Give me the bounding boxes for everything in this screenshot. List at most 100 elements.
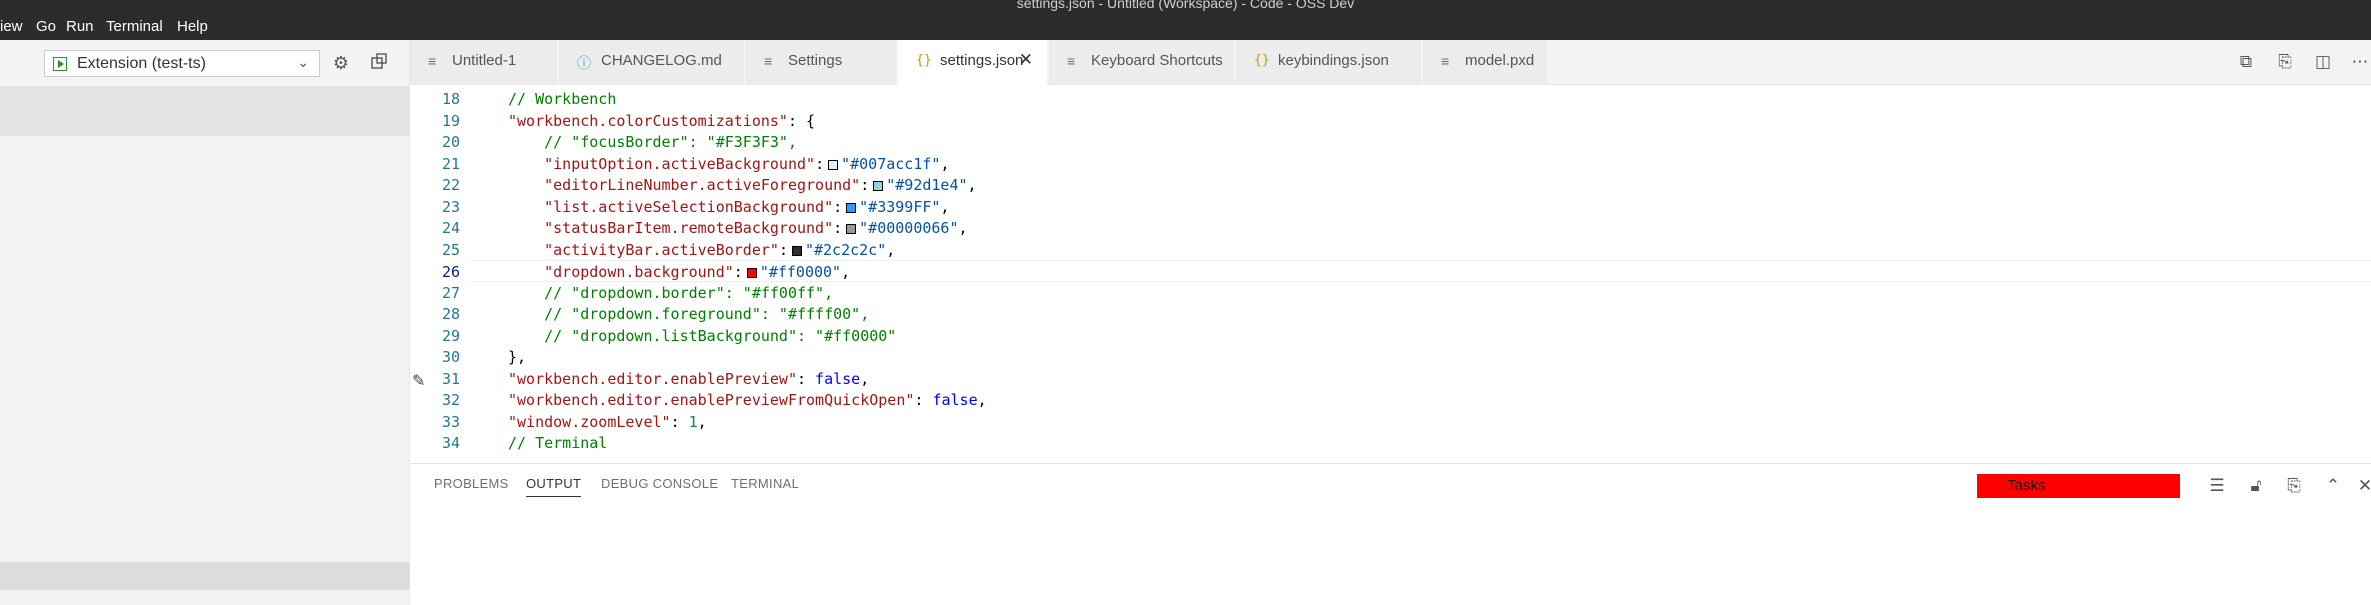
sidebar-section-header[interactable] (0, 562, 410, 590)
json-value: "#007acc1f" (841, 154, 941, 173)
code-line: 25 "activityBar.activeBorder": "#2c2c2c", (410, 239, 2371, 261)
code-editor[interactable]: 18 // Workbench 19 "workbench.colorCusto… (410, 86, 2371, 463)
line-number: 27 (441, 283, 460, 302)
comment: // "dropdown.listBackground": "#ff0000" (544, 326, 897, 345)
start-debugging-icon[interactable] (53, 57, 67, 71)
code-line: 24 "statusBarItem.remoteBackground": "#00… (410, 217, 2371, 239)
file-icon: ≡ (764, 53, 773, 69)
color-swatch[interactable] (791, 245, 802, 256)
line-number: 25 (441, 240, 460, 259)
color-swatch[interactable] (873, 181, 884, 191)
line-number: 29 (441, 326, 460, 345)
clear-output-icon[interactable]: ☰ (2206, 476, 2228, 496)
color-swatch[interactable] (846, 224, 857, 234)
json-value: "#ff0000" (759, 263, 842, 281)
json-value: false (932, 391, 978, 409)
line-number: 22 (441, 176, 460, 194)
json-braces-icon: {} (1254, 53, 1270, 68)
launch-configuration-label: Extension (test-ts) (77, 55, 206, 72)
comment: // Workbench (508, 90, 617, 108)
edit-pencil-icon[interactable]: ✎ (412, 371, 425, 391)
tab-terminal[interactable]: TERMINAL (731, 476, 799, 491)
tab-label: Keyboard Shortcuts (1091, 52, 1223, 69)
code-line: 19 "workbench.colorCustomizations": { (410, 110, 2371, 132)
gear-icon[interactable]: ⚙ (330, 52, 352, 74)
line-number: 32 (441, 391, 460, 409)
code-line: 23 "list.activeSelectionBackground": "#33… (410, 196, 2371, 218)
tab-label: keybindings.json (1278, 52, 1389, 69)
line-number: 33 (441, 412, 460, 431)
output-channel-label: Tasks (2007, 477, 2046, 494)
file-icon: ≡ (1441, 53, 1450, 69)
maximize-panel-icon[interactable]: ⌃ (2322, 476, 2344, 496)
punctuation: : { (787, 111, 816, 130)
tab-model-pxd[interactable]: ≡ model.pxd (1423, 40, 1548, 85)
json-value: "#2c2c2c" (804, 240, 887, 259)
line-number: 26 (441, 263, 460, 281)
tab-label: Settings (788, 52, 843, 69)
close-icon[interactable]: ✕ (1019, 50, 1033, 70)
line-number: 34 (441, 434, 460, 452)
code-line: 20 // "focusBorder": "#F3F3F3", (410, 131, 2371, 153)
code-line: 30 }, (410, 346, 2371, 368)
color-swatch[interactable] (746, 268, 757, 278)
menu-help[interactable]: Help (177, 18, 208, 35)
bottom-panel: PROBLEMS OUTPUT DEBUG CONSOLE TERMINAL T… (410, 463, 2371, 605)
json-key: "activityBar.activeBorder" (544, 240, 779, 259)
comment: // "dropdown.foreground": "#ffff00", (544, 305, 870, 323)
tab-label: Untitled-1 (452, 52, 517, 69)
compare-changes-icon[interactable]: ⧉ (2236, 52, 2256, 72)
lock-scroll-icon[interactable]: 🔓︎ (2245, 476, 2267, 496)
json-key: "dropdown.background" (544, 263, 734, 281)
debug-console-icon[interactable] (368, 52, 390, 74)
tab-settings[interactable]: ≡ Settings (746, 40, 897, 85)
open-settings-ui-icon[interactable]: ⎘ (2275, 52, 2295, 72)
color-swatch[interactable] (846, 202, 857, 213)
tab-keyboard-shortcuts[interactable]: ≡ Keyboard Shortcuts (1049, 40, 1235, 85)
open-log-file-icon[interactable]: ⎘ (2283, 476, 2305, 496)
menu-run[interactable]: Run (66, 18, 94, 35)
code-line: 21 "inputOption.activeBackground": "#007a… (410, 153, 2371, 175)
launch-configuration-dropdown[interactable]: Extension (test-ts) ⌄ (44, 50, 320, 77)
markdown-icon: ⓘ (577, 55, 591, 71)
menu-terminal[interactable]: Terminal (106, 18, 163, 35)
line-number: 18 (441, 90, 460, 108)
more-actions-icon[interactable]: ⋯ (2350, 52, 2370, 72)
code-line: 29 // "dropdown.listBackground": "#ff000… (410, 325, 2371, 347)
line-number: 28 (441, 305, 460, 323)
menu-view[interactable]: iew (0, 18, 23, 35)
menu-go[interactable]: Go (36, 18, 56, 35)
tab-debug-console[interactable]: DEBUG CONSOLE (601, 476, 718, 491)
json-key: "workbench.editor.enablePreview" (508, 369, 797, 388)
tab-output[interactable]: OUTPUT (526, 476, 582, 497)
json-value: "#92d1e4" (886, 176, 968, 194)
tab-problems[interactable]: PROBLEMS (434, 476, 509, 491)
tab-settings-json[interactable]: {} settings.json ✕ (898, 40, 1048, 85)
code-line: 33 "window.zoomLevel": 1, (410, 411, 2371, 433)
output-channel-dropdown[interactable]: Tasks (1977, 474, 2180, 498)
json-key: "list.activeSelectionBackground" (544, 197, 834, 216)
line-number: 21 (441, 154, 460, 173)
json-value: "#00000066" (859, 219, 959, 237)
title-bar: settings.json - Untitled (Workspace) - C… (0, 0, 2371, 11)
line-number: 24 (441, 219, 460, 237)
comment: // "dropdown.border": "#ff00ff", (544, 283, 834, 302)
tab-changelog[interactable]: ⓘ CHANGELOG.md (559, 40, 745, 85)
code-line: 18 // Workbench (410, 88, 2371, 110)
file-icon: ≡ (428, 53, 437, 69)
punctuation: }, (508, 348, 527, 366)
split-editor-icon[interactable]: ◫ (2313, 52, 2333, 72)
debug-sidebar: Extension (test-ts) ⌄ ⚙ (0, 40, 410, 605)
close-panel-icon[interactable]: ✕ (2354, 476, 2371, 496)
json-value: "#3399FF" (859, 197, 941, 216)
color-swatch[interactable] (828, 159, 839, 170)
json-key: "workbench.colorCustomizations" (508, 111, 788, 130)
tab-untitled-1[interactable]: ≡ Untitled-1 (410, 40, 558, 85)
tab-keybindings-json[interactable]: {} keybindings.json (1236, 40, 1422, 85)
window-title: settings.json - Untitled (Workspace) - C… (1016, 0, 1355, 11)
line-number: 20 (441, 133, 460, 151)
json-braces-icon: {} (916, 53, 932, 68)
comment: // Terminal (508, 434, 608, 452)
json-key: "statusBarItem.remoteBackground" (544, 219, 834, 237)
json-value: 1 (688, 412, 698, 431)
